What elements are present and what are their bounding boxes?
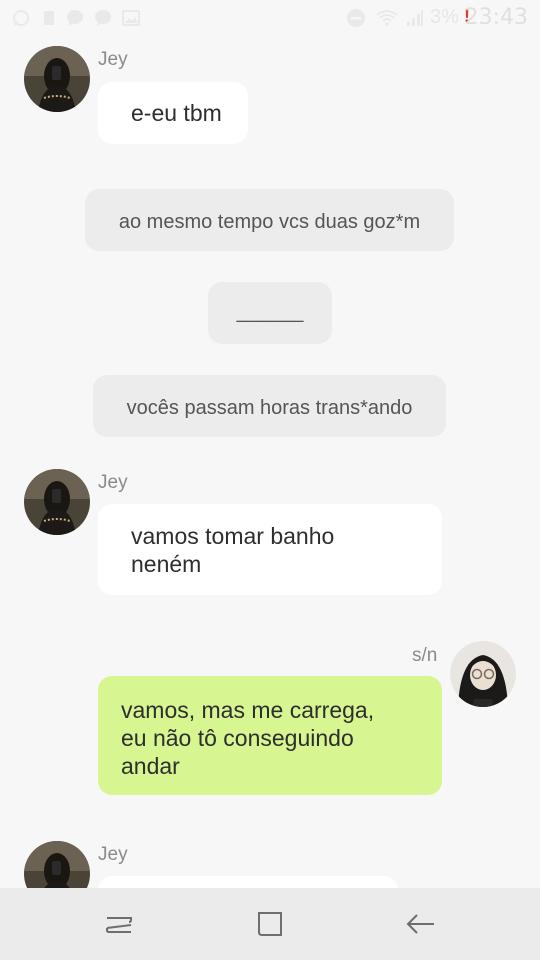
- navigation-bar: [0, 888, 540, 960]
- gallery-icon: [122, 10, 140, 26]
- narration-text: ao mesmo tempo vcs duas goz*m: [118, 211, 421, 233]
- message-bubble-incoming[interactable]: vamos tomar banho neném: [98, 504, 442, 595]
- message-bubble-incoming[interactable]: e-eu tbm: [98, 82, 248, 144]
- home-icon[interactable]: [252, 906, 288, 942]
- narration-text: ______: [236, 301, 304, 323]
- narration-bubble[interactable]: ao mesmo tempo vcs duas goz*m: [85, 189, 454, 251]
- sender-name: Jey: [98, 472, 128, 493]
- signal-icon: [407, 10, 423, 26]
- back-icon[interactable]: [403, 906, 439, 942]
- message-text: e-eu tbm: [131, 100, 222, 126]
- narration-bubble-divider[interactable]: ______: [208, 282, 332, 344]
- sender-name: Jey: [98, 49, 128, 70]
- whatsapp-icon: [13, 10, 29, 26]
- avatar-jey[interactable]: [24, 469, 90, 535]
- message-bubble-outgoing[interactable]: vamos, mas me carrega, eu não tô consegu…: [98, 676, 442, 795]
- avatar-jey[interactable]: [24, 46, 90, 112]
- avatar-jey[interactable]: [24, 841, 90, 888]
- message-text-line: andar: [121, 753, 180, 779]
- message-text-line: neném: [131, 551, 202, 577]
- narration-bubble[interactable]: vocês passam horas trans*ando: [93, 375, 446, 437]
- message-text-line: vamos tomar banho: [131, 523, 335, 549]
- recents-icon[interactable]: [101, 906, 137, 942]
- narration-text: vocês passam horas trans*ando: [126, 397, 413, 419]
- dnd-icon: [347, 9, 365, 27]
- clock: 23:43: [464, 5, 528, 30]
- sender-name: Jey: [98, 844, 128, 865]
- file-icon: [44, 11, 54, 25]
- wifi-icon: [376, 10, 398, 26]
- message-bubble-incoming[interactable]: [98, 876, 398, 888]
- avatar-sn[interactable]: [450, 641, 516, 707]
- message-text-line: vamos, mas me carrega,: [121, 697, 375, 723]
- sender-name: s/n: [412, 645, 438, 666]
- battery-percent: 3%: [430, 6, 459, 28]
- messenger-icon-2: [95, 10, 111, 26]
- messenger-icon: [67, 10, 83, 26]
- message-text-line: eu não tô conseguindo: [121, 725, 354, 751]
- status-bar: 3% ! 23:43: [0, 0, 540, 36]
- chat-thread[interactable]: Jey e-eu tbm ao mesmo tempo vcs duas goz…: [0, 36, 540, 888]
